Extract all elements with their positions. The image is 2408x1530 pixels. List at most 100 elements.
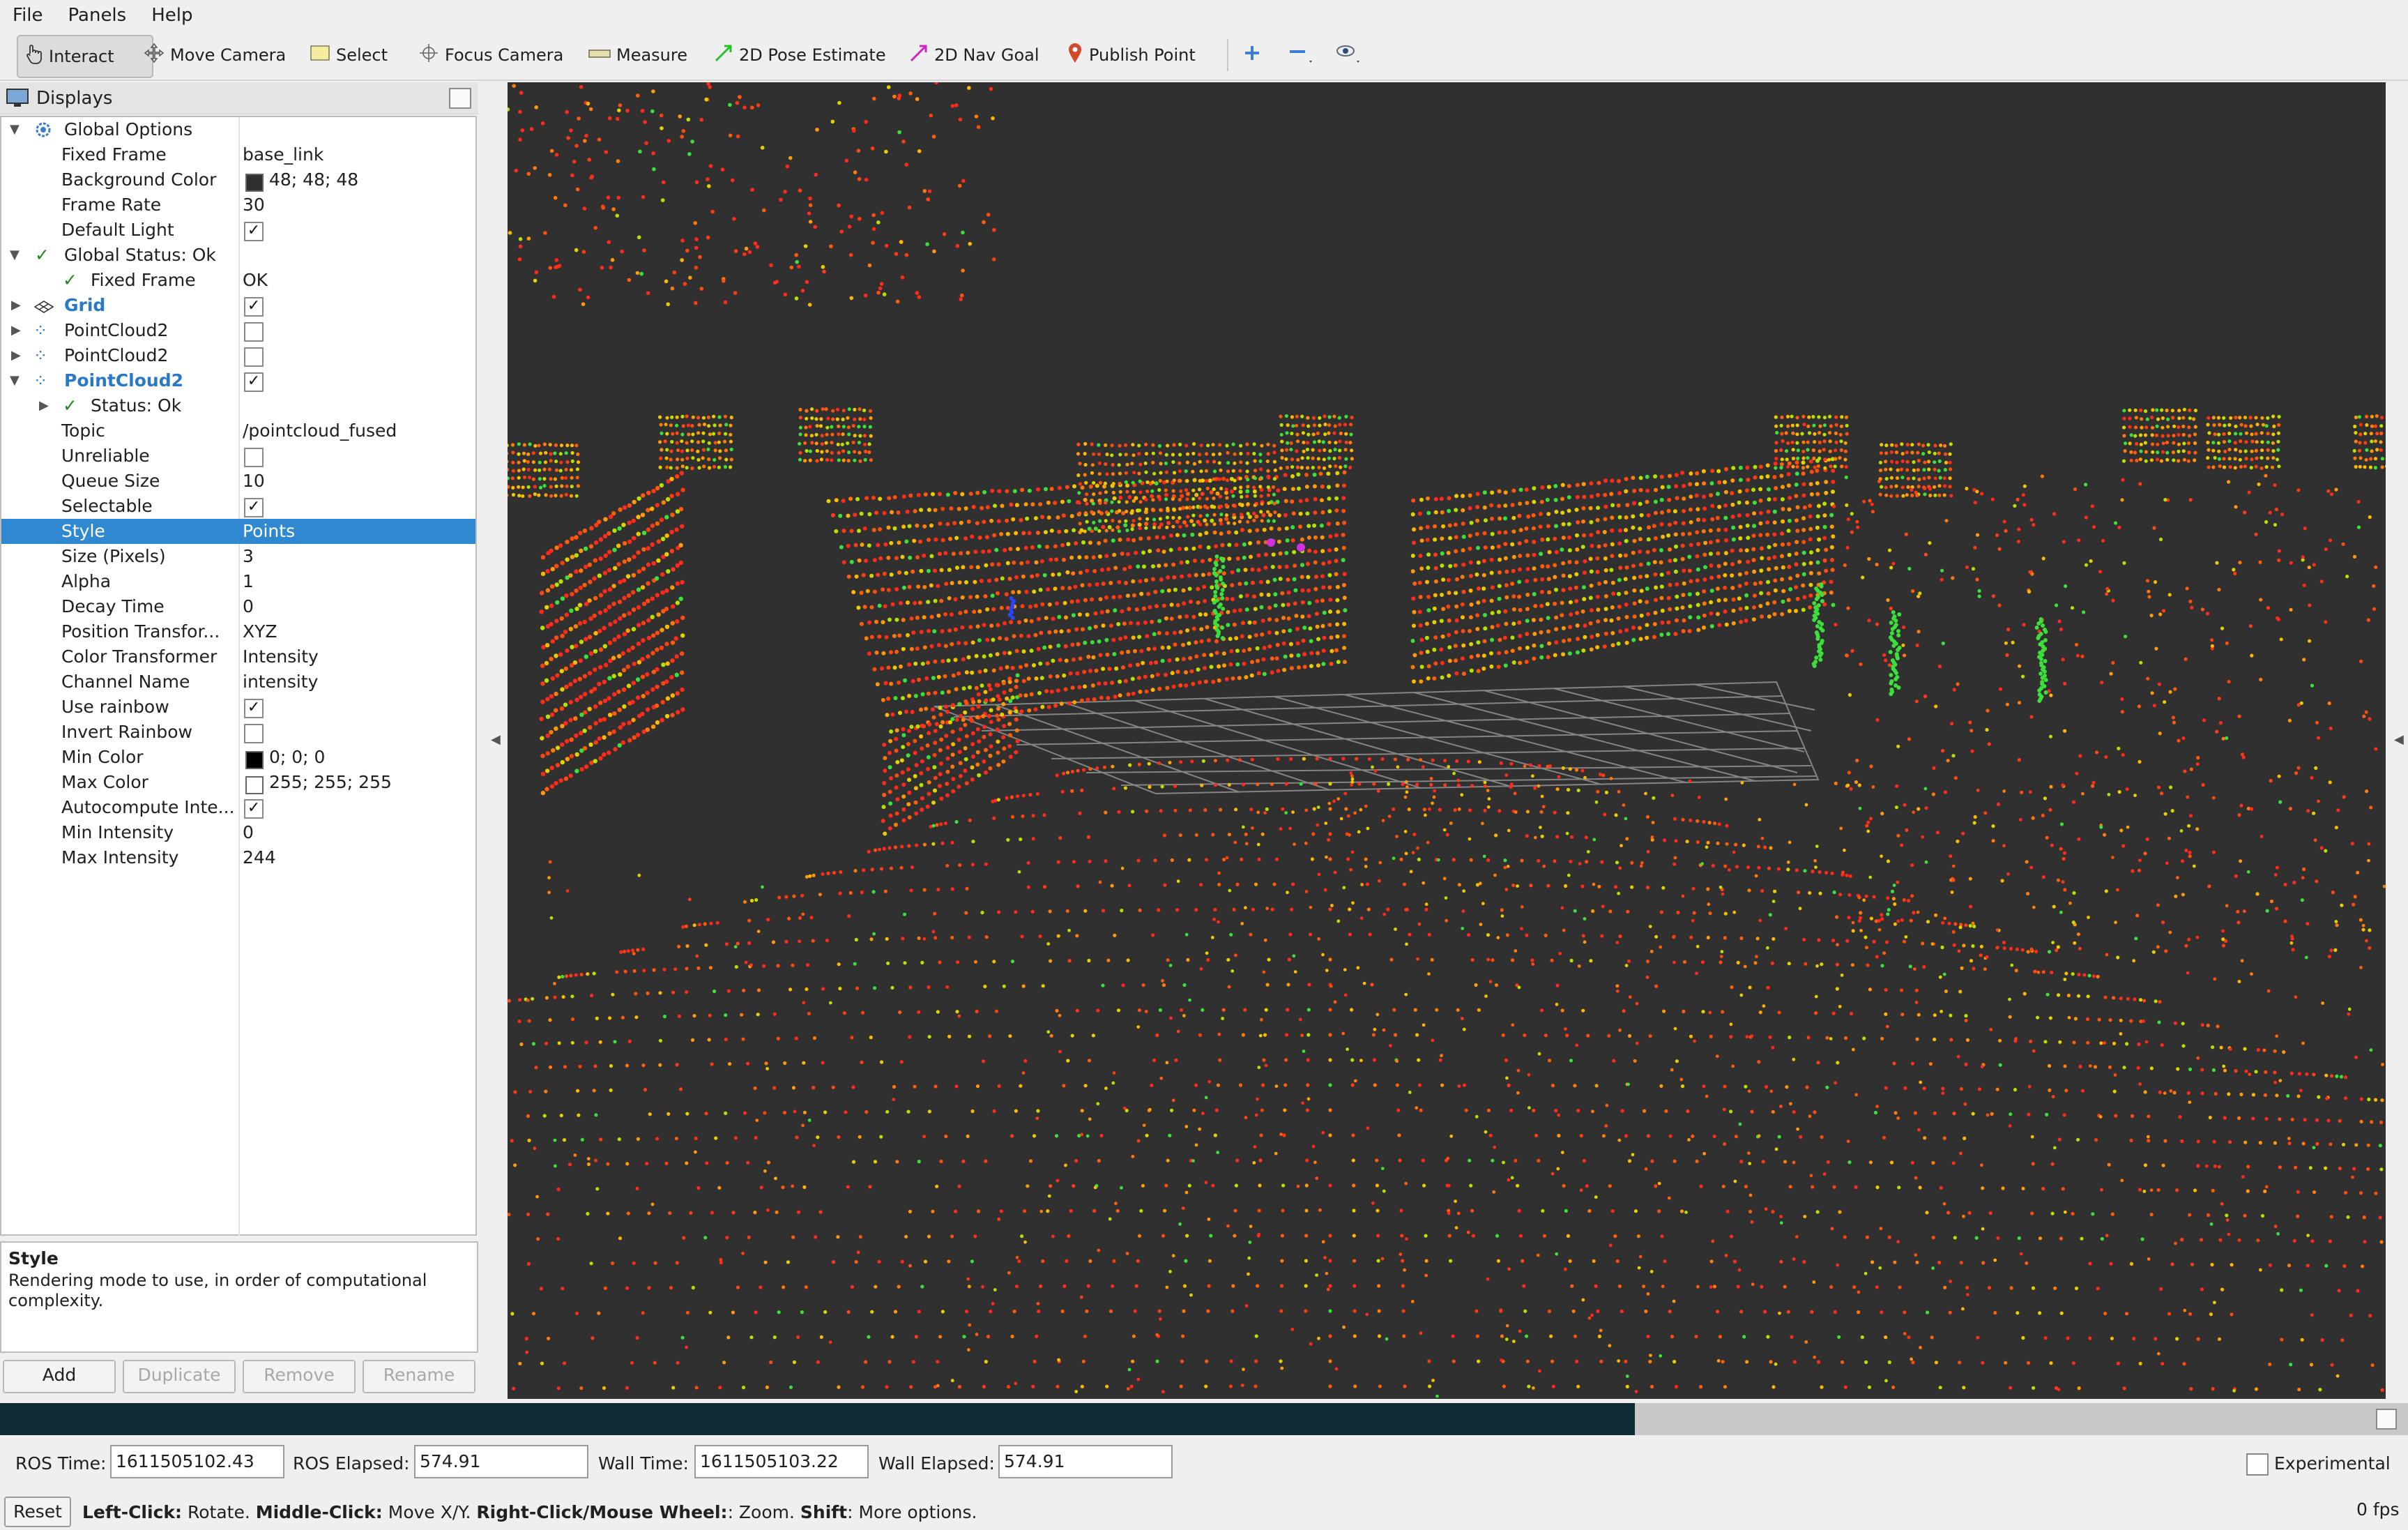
row-value[interactable]: Points [243, 519, 295, 544]
tree-row-size-pixels[interactable]: Size (Pixels) 3 [1, 544, 475, 569]
row-value[interactable]: 0 [243, 594, 254, 619]
pointcloud-checkbox[interactable] [244, 347, 264, 367]
row-value[interactable]: 1 [243, 569, 254, 594]
collapse-arrow-icon[interactable]: ▶ [11, 318, 21, 343]
tree-row-position-transformer[interactable]: Position Transfor... XYZ [1, 619, 475, 644]
tree-row-max-intensity[interactable]: Max Intensity 244 [1, 845, 475, 870]
tree-row-default-light[interactable]: Default Light ✓ [1, 218, 475, 243]
color-swatch[interactable] [245, 776, 264, 794]
ros-time-field[interactable]: 1611505102.43 [110, 1445, 284, 1478]
add-display-button[interactable]: Add [3, 1360, 116, 1393]
row-value[interactable]: XYZ [243, 619, 277, 644]
tree-row-fixed-frame[interactable]: Fixed Frame base_link [1, 142, 475, 167]
row-value[interactable]: Intensity [243, 644, 319, 669]
right-panel-splitter[interactable]: ◀ [2384, 82, 2408, 1399]
remove-tool-button[interactable] [1287, 35, 1319, 75]
select-tool-button[interactable]: Select [310, 35, 388, 75]
unreliable-checkbox[interactable] [244, 448, 264, 467]
duplicate-display-button[interactable]: Duplicate [123, 1360, 236, 1393]
tree-row-queue-size[interactable]: Queue Size 10 [1, 469, 475, 494]
menu-file[interactable]: File [0, 0, 56, 31]
tree-row-unreliable[interactable]: Unreliable [1, 444, 475, 469]
focus-camera-tool-button[interactable]: Focus Camera [418, 35, 563, 75]
tree-row-status-fixed-frame[interactable]: ✓ Fixed Frame OK [1, 268, 475, 293]
tree-row-pointcloud2[interactable]: ▶ ⁘ PointCloud2 [1, 318, 475, 343]
interact-tool-button[interactable]: Interact [17, 35, 153, 78]
tree-row-selectable[interactable]: Selectable ✓ [1, 494, 475, 519]
expand-arrow-icon[interactable]: ▼ [10, 117, 20, 142]
row-value[interactable]: 10 [243, 469, 265, 494]
row-value[interactable]: base_link [243, 142, 323, 167]
row-value[interactable]: 255; 255; 255 [269, 770, 392, 795]
row-value[interactable]: 30 [243, 192, 265, 218]
3d-render-viewport[interactable] [508, 82, 2386, 1399]
tree-row-global-status[interactable]: ▼ ✓ Global Status: Ok [1, 243, 475, 268]
ros-elapsed-field[interactable]: 574.91 [414, 1445, 588, 1478]
tree-row-channel-name[interactable]: Channel Name intensity [1, 669, 475, 695]
collapse-arrow-icon[interactable]: ▶ [11, 343, 21, 368]
menu-help[interactable]: Help [139, 0, 205, 31]
collapse-arrow-icon[interactable]: ▶ [11, 293, 21, 318]
row-value[interactable]: /pointcloud_fused [243, 418, 397, 444]
tree-row-style[interactable]: Style Points [1, 519, 475, 544]
measure-tool-button[interactable]: Measure [588, 35, 687, 75]
row-value[interactable]: 244 [243, 845, 276, 870]
remove-display-button[interactable]: Remove [243, 1360, 356, 1393]
tree-row-min-intensity[interactable]: Min Intensity 0 [1, 820, 475, 845]
color-swatch[interactable] [245, 174, 264, 192]
experimental-checkbox[interactable] [2246, 1453, 2269, 1476]
grid-checkbox[interactable]: ✓ [244, 297, 264, 317]
tree-row-decay-time[interactable]: Decay Time 0 [1, 594, 475, 619]
tree-row-use-rainbow[interactable]: Use rainbow ✓ [1, 695, 475, 720]
add-tool-button[interactable] [1242, 35, 1267, 75]
rename-display-button[interactable]: Rename [363, 1360, 475, 1393]
nav-goal-tool-button[interactable]: 2D Nav Goal [909, 35, 1039, 75]
tree-row-pointcloud2-active[interactable]: ▼ ⁘ PointCloud2 ✓ [1, 368, 475, 393]
tree-row-grid[interactable]: ▶ Grid ✓ [1, 293, 475, 318]
move-camera-tool-button[interactable]: Move Camera [144, 35, 286, 75]
use-rainbow-checkbox[interactable]: ✓ [244, 699, 264, 718]
tree-row-alpha[interactable]: Alpha 1 [1, 569, 475, 594]
tree-row-background-color[interactable]: Background Color 48; 48; 48 [1, 167, 475, 192]
tree-row-color-transformer[interactable]: Color Transformer Intensity [1, 644, 475, 669]
pointcloud-checkbox[interactable] [244, 322, 264, 342]
autocompute-checkbox[interactable]: ✓ [244, 799, 264, 819]
menu-panels[interactable]: Panels [56, 0, 139, 31]
left-panel-splitter[interactable]: ◀ [484, 82, 506, 1399]
expand-arrow-icon[interactable]: ▼ [10, 243, 20, 268]
publish-point-tool-button[interactable]: Publish Point [1067, 35, 1196, 75]
row-value[interactable]: 0 [243, 820, 254, 845]
tree-row-invert-rainbow[interactable]: Invert Rainbow [1, 720, 475, 745]
pointcloud-checkbox[interactable]: ✓ [244, 372, 264, 392]
selectable-checkbox[interactable]: ✓ [244, 498, 264, 517]
wall-elapsed-field[interactable]: 574.91 [998, 1445, 1173, 1478]
ok-check-icon: ✓ [63, 395, 77, 416]
tree-row-max-color[interactable]: Max Color 255; 255; 255 [1, 770, 475, 795]
tree-row-autocompute-intensity[interactable]: Autocompute Inte... ✓ [1, 795, 475, 820]
default-light-checkbox[interactable]: ✓ [244, 222, 264, 241]
row-label: Fixed Frame [91, 270, 196, 290]
tree-row-pointcloud2[interactable]: ▶ ⁘ PointCloud2 [1, 343, 475, 368]
progress-toggle-box[interactable] [2376, 1409, 2397, 1430]
row-value[interactable]: 0; 0; 0 [269, 745, 325, 770]
color-swatch[interactable] [245, 751, 264, 769]
collapse-right-arrow-icon[interactable]: ◀ [2394, 732, 2404, 747]
tree-row-frame-rate[interactable]: Frame Rate 30 [1, 192, 475, 218]
expand-arrow-icon[interactable]: ▼ [10, 368, 20, 393]
collapse-arrow-icon[interactable]: ▶ [39, 393, 49, 418]
tree-row-status-ok[interactable]: ▶ ✓ Status: Ok [1, 393, 475, 418]
tree-row-min-color[interactable]: Min Color 0; 0; 0 [1, 745, 475, 770]
collapse-left-arrow-icon[interactable]: ◀ [491, 732, 501, 747]
tree-row-topic[interactable]: Topic /pointcloud_fused [1, 418, 475, 444]
displays-tree[interactable]: ▼ Global Options Fixed Frame base_link B… [0, 116, 477, 1236]
row-value[interactable]: 3 [243, 544, 254, 569]
tree-row-global-options[interactable]: ▼ Global Options [1, 117, 475, 142]
reset-button[interactable]: Reset [4, 1497, 71, 1527]
undock-button[interactable] [449, 88, 471, 109]
row-value[interactable]: 48; 48; 48 [269, 167, 358, 192]
invert-rainbow-checkbox[interactable] [244, 724, 264, 743]
pose-estimate-tool-button[interactable]: 2D Pose Estimate [714, 35, 886, 75]
view-options-button[interactable] [1334, 35, 1366, 75]
row-value[interactable]: intensity [243, 669, 318, 695]
wall-time-field[interactable]: 1611505103.22 [694, 1445, 869, 1478]
